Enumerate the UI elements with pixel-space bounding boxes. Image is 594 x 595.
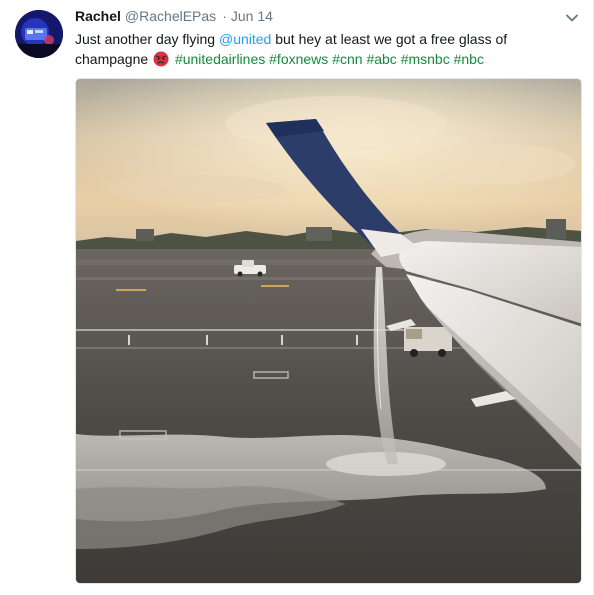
tweet-text: Just another day flying @united but hey …	[75, 29, 575, 69]
display-name[interactable]: Rachel	[75, 8, 121, 24]
hashtag-link[interactable]: #foxnews	[269, 51, 328, 67]
header-separator: ·	[222, 8, 227, 24]
avatar[interactable]	[15, 10, 63, 58]
hashtag-link[interactable]: #msnbc	[401, 51, 450, 67]
hashtag-link[interactable]: #cnn	[332, 51, 362, 67]
chevron-down-icon[interactable]	[564, 10, 580, 26]
airplane-wing-photo	[76, 79, 581, 583]
hashtag-link[interactable]: #nbc	[454, 51, 484, 67]
hashtag-link[interactable]: #abc	[366, 51, 396, 67]
user-handle[interactable]: @RachelEPas	[125, 8, 216, 24]
mention-link[interactable]: @united	[219, 31, 271, 47]
tweet-text-part1: Just another day flying	[75, 31, 219, 47]
tweet-header: Rachel @RachelEPas · Jun 14	[75, 8, 273, 28]
tweet-date[interactable]: Jun 14	[231, 8, 273, 24]
angry-face-icon	[153, 51, 169, 67]
tweet-photo[interactable]	[75, 78, 582, 584]
tweet-card[interactable]: Rachel @RachelEPas · Jun 14 Just another…	[0, 0, 594, 595]
hashtag-link[interactable]: #unitedairlines	[175, 51, 265, 67]
